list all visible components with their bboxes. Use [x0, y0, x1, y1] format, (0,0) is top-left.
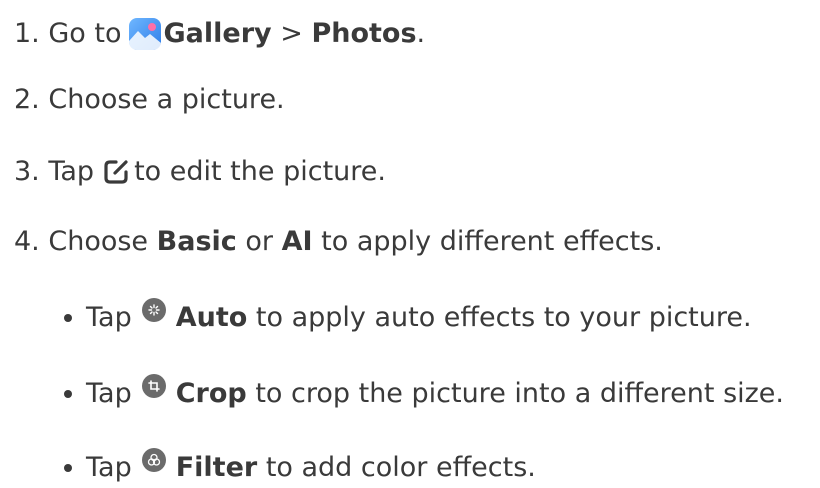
bullet-dot — [64, 314, 72, 322]
bullet-filter: Tap Filter to add color effects. — [62, 448, 536, 488]
bullet-text: Tap — [86, 378, 132, 409]
filter-icon — [141, 448, 166, 472]
step-text-end: to apply different effects. — [321, 226, 663, 257]
auto-label: Auto — [175, 302, 248, 333]
crop-icon — [141, 374, 166, 398]
breadcrumb-separator: > — [280, 18, 303, 49]
filter-label: Filter — [175, 452, 258, 483]
ai-label: AI — [281, 226, 313, 257]
crop-label: Crop — [175, 378, 247, 409]
bullet-text-end: to apply auto effects to your picture. — [255, 302, 752, 333]
bullet-dot — [64, 464, 72, 472]
bullet-crop: Tap Crop to crop the picture into a diff… — [62, 374, 784, 414]
step-4: 4. Choose Basic or AI to apply different… — [14, 222, 663, 262]
step-2: 2. Choose a picture. — [14, 80, 285, 120]
bullet-text-end: to add color effects. — [265, 452, 536, 483]
step-text: Choose a picture. — [48, 84, 285, 115]
step-number: 4. — [14, 226, 40, 257]
step-text-end: to edit the picture. — [134, 156, 386, 187]
photos-label: Photos — [311, 18, 417, 49]
step-number: 1. — [14, 18, 40, 49]
basic-label: Basic — [156, 226, 237, 257]
step-text: Choose — [48, 226, 149, 257]
step-number: 2. — [14, 84, 40, 115]
step-1: 1. Go to Gallery > Photos . — [14, 14, 425, 54]
step-3: 3. Tap to edit the picture. — [14, 152, 386, 192]
bullet-text-end: to crop the picture into a different siz… — [255, 378, 785, 409]
bullet-text: Tap — [86, 302, 132, 333]
gallery-app-icon — [128, 17, 162, 51]
edit-icon — [102, 158, 130, 186]
step-number: 3. — [14, 156, 40, 187]
auto-effects-icon — [141, 298, 166, 322]
step-end: . — [416, 18, 426, 49]
bullet-text: Tap — [86, 452, 132, 483]
or-text: or — [245, 226, 273, 257]
step-text: Go to — [48, 18, 122, 49]
step-text: Tap — [48, 156, 95, 187]
bullet-dot — [64, 390, 72, 398]
bullet-auto: Tap Auto to apply auto effects to your p… — [62, 298, 752, 338]
gallery-label: Gallery — [163, 18, 272, 49]
